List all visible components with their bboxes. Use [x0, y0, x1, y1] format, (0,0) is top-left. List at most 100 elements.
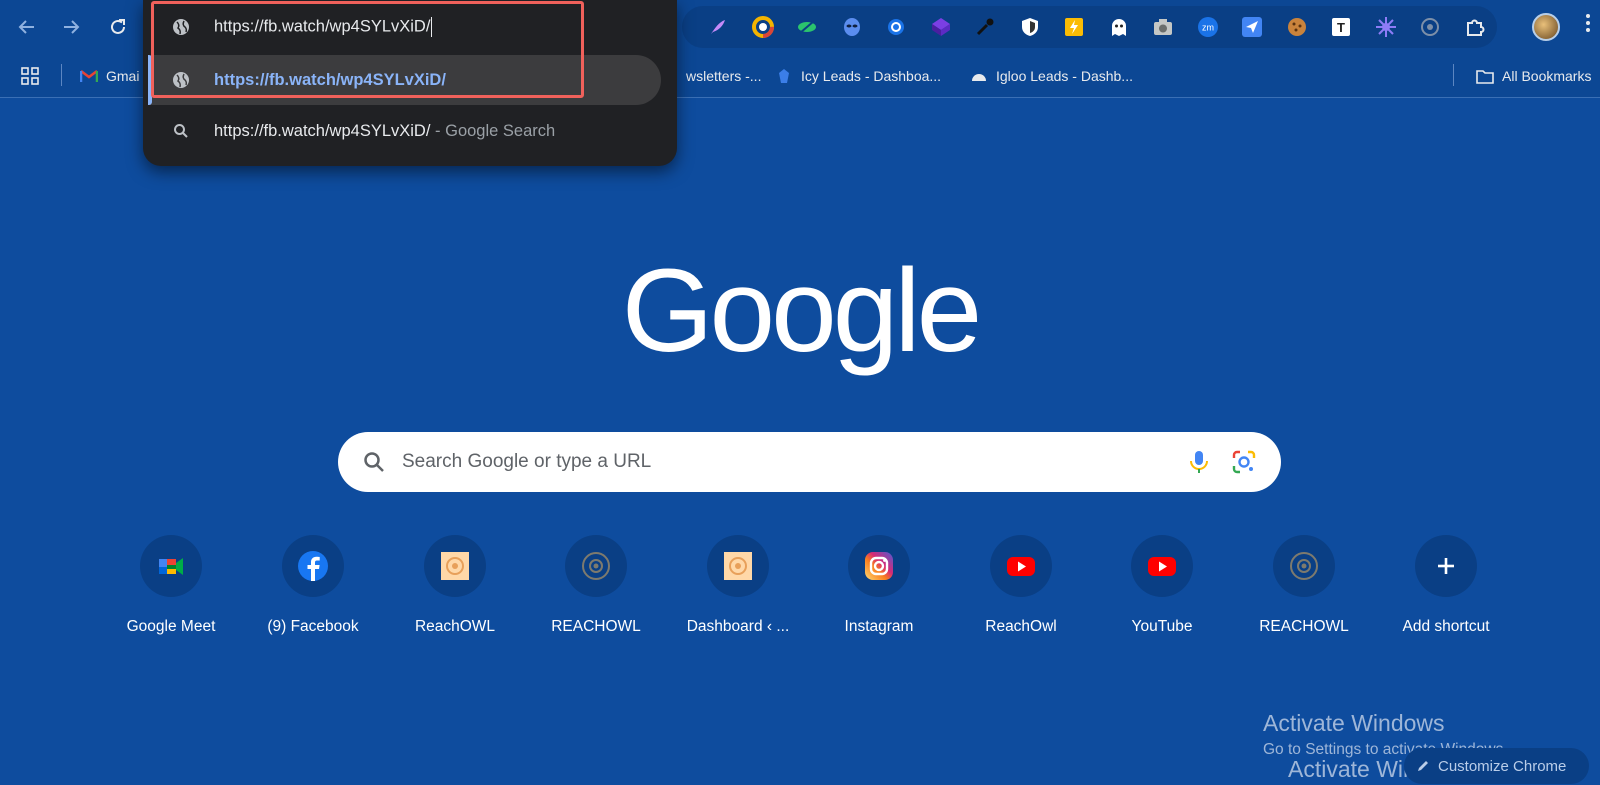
shortcut-tile [1415, 535, 1477, 597]
shortcut-instagram[interactable]: Instagram [819, 535, 939, 645]
suggestion-search[interactable]: https://fb.watch/wp4SYLvXiD/ - Google Se… [143, 107, 677, 155]
bookmark-label: Gmai [106, 68, 140, 84]
extension-send[interactable] [1230, 6, 1275, 48]
suggestion-search-suffix: - Google Search [435, 121, 556, 140]
extension-sparkle[interactable] [1364, 6, 1409, 48]
bookmark-label: wsletters -... [686, 68, 762, 84]
shortcut-tile [707, 535, 769, 597]
apps-grid-icon [21, 67, 39, 85]
back-arrow-icon [18, 20, 34, 34]
sparkle-icon [1375, 17, 1396, 37]
zm-icon: zm [1197, 17, 1218, 37]
extension-cube[interactable] [919, 6, 964, 48]
address-input-value[interactable]: https://fb.watch/wp4SYLvXiD/ [214, 17, 430, 35]
customize-chrome-button[interactable]: Customize Chrome [1404, 748, 1589, 784]
all-bookmarks-button[interactable]: All Bookmarks [1476, 64, 1591, 88]
eyedropper-icon [977, 18, 994, 36]
extensions-menu-button[interactable] [1453, 6, 1498, 48]
extension-t[interactable]: T [1319, 6, 1364, 48]
back-button[interactable] [12, 12, 42, 42]
reachowl-icon [441, 552, 469, 580]
shortcut-reachowl-3[interactable]: REACHOWL [1244, 535, 1364, 645]
pencil-icon [1418, 761, 1428, 771]
text-cursor [431, 17, 433, 37]
globe-icon [171, 17, 191, 37]
folder-icon [1476, 67, 1494, 85]
extension-eyedropper[interactable] [963, 6, 1008, 48]
letter-t-icon: T [1332, 18, 1351, 36]
bookmark-icy-leads[interactable]: Icy Leads - Dashboa... [775, 64, 941, 88]
dashboard-icon [724, 552, 752, 580]
menu-button[interactable] [1582, 12, 1594, 34]
shortcut-tile [1273, 535, 1335, 597]
extension-gear[interactable] [874, 6, 919, 48]
shortcut-google-meet[interactable]: Google Meet [111, 535, 231, 645]
plus-icon [1438, 558, 1454, 574]
suggestion-url[interactable]: https://fb.watch/wp4SYLvXiD/ [148, 55, 661, 105]
camera-icon [1154, 19, 1173, 35]
bookmark-separator [1453, 64, 1454, 86]
extension-bolt[interactable] [1052, 6, 1097, 48]
bookmark-gmail[interactable]: Gmai [80, 64, 139, 88]
bookmark-separator [61, 64, 62, 86]
reload-button[interactable] [103, 12, 133, 42]
shortcut-label: ReachOWL [414, 618, 496, 635]
address-bar[interactable]: https://fb.watch/wp4SYLvXiD/ [143, 3, 677, 51]
profile-avatar[interactable] [1532, 13, 1560, 41]
bookmark-label: Igloo Leads - Dashb... [996, 68, 1133, 84]
shortcut-youtube[interactable]: YouTube [1102, 535, 1222, 645]
extension-shield[interactable] [1008, 6, 1053, 48]
google-lens-icon[interactable] [1231, 449, 1257, 475]
search-icon [364, 452, 384, 472]
search-box[interactable] [338, 432, 1281, 492]
bookmark-label: All Bookmarks [1502, 68, 1592, 84]
extension-feather[interactable] [696, 6, 741, 48]
extension-alien[interactable] [830, 6, 875, 48]
extensions-bar: zm T [682, 6, 1497, 48]
puzzle-piece-icon [1466, 19, 1485, 36]
youtube-icon [1007, 557, 1035, 576]
extension-camera[interactable] [1141, 6, 1186, 48]
bookmark-label: Icy Leads - Dashboa... [801, 68, 942, 84]
shortcut-dashboard[interactable]: Dashboard ‹ ... [678, 535, 798, 645]
shortcut-label: REACHOWL [1259, 618, 1349, 635]
shortcut-label: Instagram [844, 618, 914, 635]
microphone-icon[interactable] [1186, 449, 1212, 475]
color-ring-icon [751, 16, 774, 38]
bolt-icon [1065, 18, 1084, 36]
search-icon [171, 121, 191, 141]
shortcut-label: REACHOWL [551, 618, 641, 635]
reachowl-icon [582, 552, 610, 580]
search-input[interactable] [402, 446, 1162, 478]
bookmark-igloo-leads[interactable]: Igloo Leads - Dashb... [970, 64, 1133, 88]
shortcut-tile [424, 535, 486, 597]
shortcut-reachowl[interactable]: ReachOWL [395, 535, 515, 645]
selection-indicator [148, 55, 152, 105]
alien-icon [843, 18, 860, 36]
extension-color-ring[interactable] [741, 6, 786, 48]
eye-slash-icon [798, 20, 817, 34]
shortcut-facebook[interactable]: (9) Facebook [253, 535, 373, 645]
shortcut-reachowl-2[interactable]: REACHOWL [536, 535, 656, 645]
icy-leads-icon [775, 67, 793, 85]
shortcut-reachowl-youtube[interactable]: ReachOwl [961, 535, 1081, 645]
extension-ghost[interactable] [1097, 6, 1142, 48]
extension-zm[interactable]: zm [1186, 6, 1231, 48]
apps-button[interactable] [21, 64, 39, 88]
shortcut-tile [1131, 535, 1193, 597]
forward-button[interactable] [56, 12, 86, 42]
cube-icon [931, 18, 950, 36]
cookie-icon [1287, 18, 1306, 36]
reachowl-icon [1290, 552, 1318, 580]
shortcut-tile [990, 535, 1052, 597]
shortcut-tile [848, 535, 910, 597]
shortcut-label: (9) Facebook [267, 618, 359, 635]
bookmark-newsletters[interactable]: wsletters -... [686, 64, 761, 88]
reload-icon [111, 19, 125, 34]
shortcut-add[interactable]: Add shortcut [1386, 535, 1506, 645]
svg-text:zm: zm [1202, 23, 1214, 33]
extension-cookie[interactable] [1275, 6, 1320, 48]
extension-eye[interactable] [785, 6, 830, 48]
shortcut-label: YouTube [1131, 618, 1193, 635]
extension-owl[interactable] [1408, 6, 1453, 48]
